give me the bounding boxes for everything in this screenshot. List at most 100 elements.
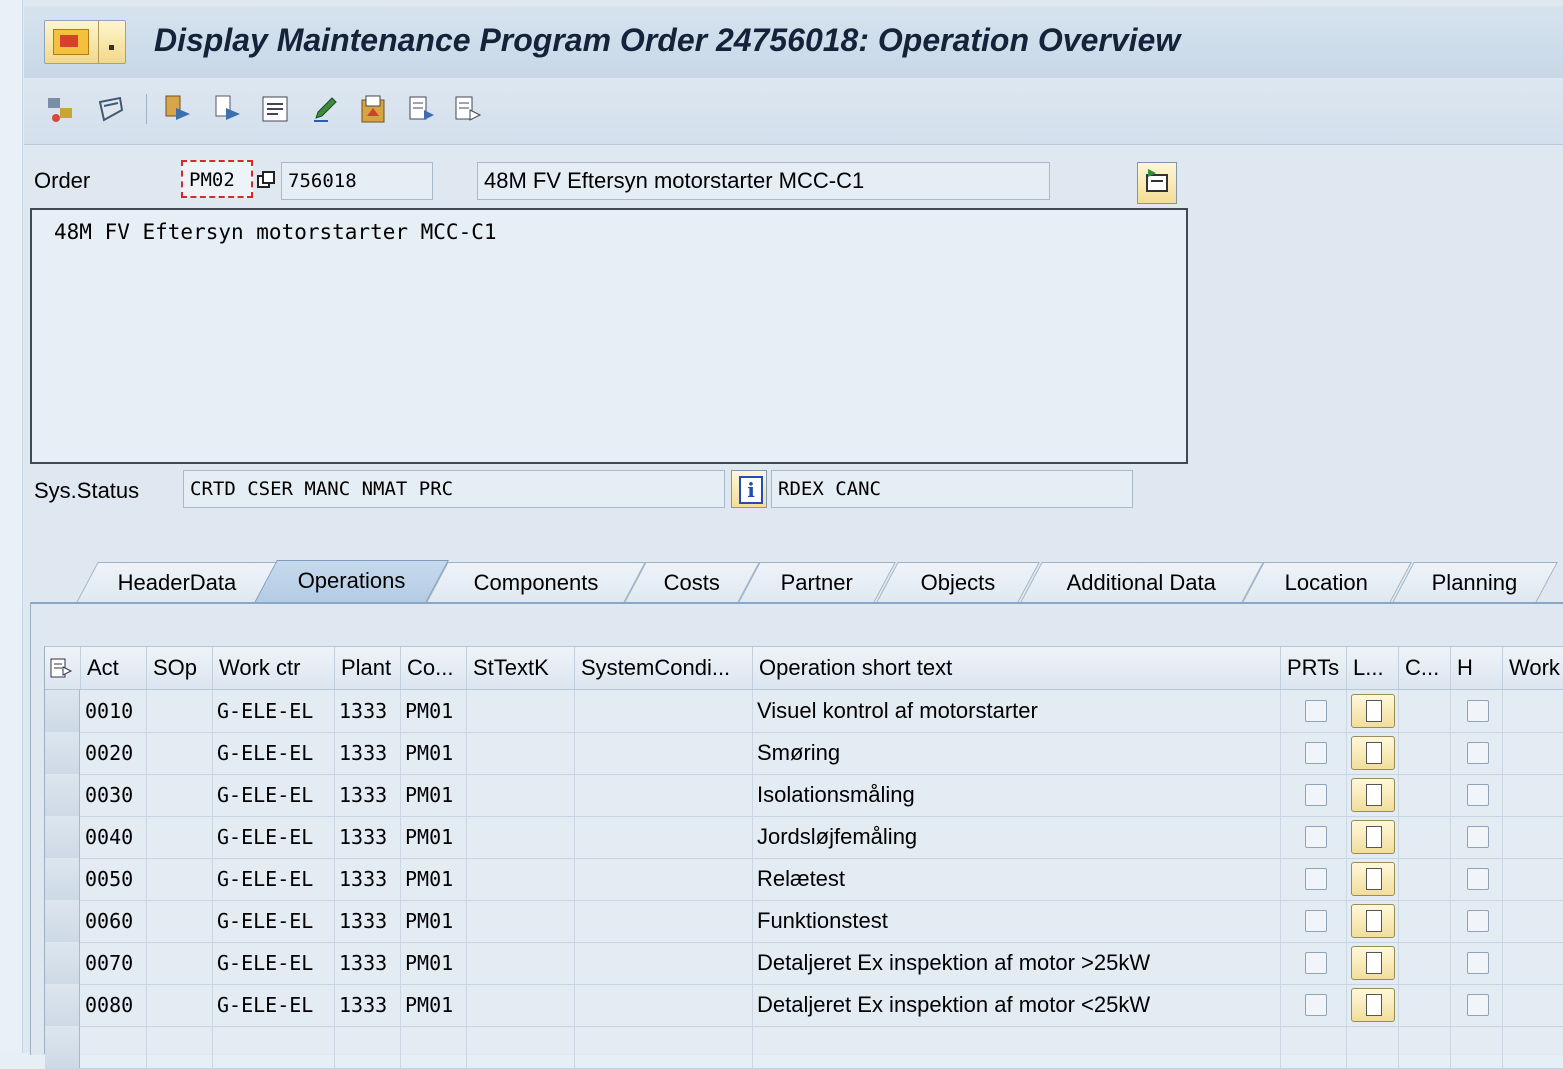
- cell-act[interactable]: 0040: [81, 816, 147, 858]
- operations-icon[interactable]: [160, 92, 194, 126]
- cell-sttextk[interactable]: [467, 816, 575, 858]
- cell-text[interactable]: Visuel kontrol af motorstarter: [753, 690, 1281, 732]
- edit-pencil-icon[interactable]: [308, 92, 342, 126]
- h-checkbox[interactable]: [1467, 700, 1489, 722]
- col-system-condition[interactable]: SystemCondi...: [575, 647, 753, 689]
- cell-co[interactable]: PM01: [401, 732, 467, 774]
- eraser-icon[interactable]: [94, 92, 128, 126]
- long-text-box[interactable]: 48M FV Eftersyn motorstarter MCC-C1: [30, 208, 1188, 464]
- cell-work-ctr[interactable]: G-ELE-EL: [213, 984, 335, 1026]
- cell-co[interactable]: [401, 1026, 467, 1068]
- column-select-button[interactable]: [45, 647, 81, 689]
- col-act[interactable]: Act: [81, 647, 147, 689]
- row-selector[interactable]: [45, 984, 80, 1026]
- cell-plant[interactable]: 1333: [335, 732, 401, 774]
- chevron-down-icon[interactable]: [98, 21, 125, 63]
- cell-sttextk[interactable]: [467, 1026, 575, 1068]
- cell-act[interactable]: 0020: [81, 732, 147, 774]
- cell-co[interactable]: PM01: [401, 690, 467, 732]
- h-checkbox[interactable]: [1467, 742, 1489, 764]
- cell-work-ctr[interactable]: G-ELE-EL: [213, 690, 335, 732]
- long-text-icon[interactable]: [1351, 862, 1395, 896]
- table-row[interactable]: 0060 G-ELE-EL 1333 PM01 Funktionstest: [45, 900, 1563, 943]
- h-checkbox[interactable]: [1467, 952, 1489, 974]
- cell-act[interactable]: 0050: [81, 858, 147, 900]
- cell-act[interactable]: 0070: [81, 942, 147, 984]
- cell-work-ctr[interactable]: [213, 1026, 335, 1068]
- row-selector[interactable]: [45, 774, 80, 816]
- table-row[interactable]: 0010 G-ELE-EL 1333 PM01 Visuel kontrol af mo…: [45, 690, 1563, 733]
- long-text-icon[interactable]: [1351, 694, 1395, 728]
- table-row[interactable]: 0020 G-ELE-EL 1333 PM01 Smøring: [45, 732, 1563, 775]
- cell-plant[interactable]: 1333: [335, 690, 401, 732]
- cell-act[interactable]: 0030: [81, 774, 147, 816]
- cell-plant[interactable]: 1333: [335, 816, 401, 858]
- row-selector[interactable]: [45, 690, 80, 732]
- cell-act[interactable]: [81, 1026, 147, 1068]
- cell-co[interactable]: PM01: [401, 774, 467, 816]
- table-row[interactable]: 0080 G-ELE-EL 1333 PM01 Detaljeret Ex inspek…: [45, 984, 1563, 1027]
- cell-sttextk[interactable]: [467, 690, 575, 732]
- long-text-icon[interactable]: [1351, 904, 1395, 938]
- h-checkbox[interactable]: [1467, 868, 1489, 890]
- cell-sttextk[interactable]: [467, 858, 575, 900]
- copy-operations-icon[interactable]: [210, 92, 244, 126]
- cell-text[interactable]: Funktionstest: [753, 900, 1281, 942]
- tab-components[interactable]: Components: [426, 562, 646, 603]
- long-text-icon[interactable]: [1351, 778, 1395, 812]
- col-work[interactable]: Work: [1503, 647, 1563, 689]
- tab-costs[interactable]: Costs: [624, 562, 760, 603]
- cell-work-ctr[interactable]: G-ELE-EL: [213, 942, 335, 984]
- cell-plant[interactable]: 1333: [335, 942, 401, 984]
- order-number-field[interactable]: 756018: [281, 162, 433, 200]
- cell-work-ctr[interactable]: G-ELE-EL: [213, 858, 335, 900]
- cell-co[interactable]: PM01: [401, 858, 467, 900]
- long-text-icon[interactable]: [1351, 820, 1395, 854]
- col-plant[interactable]: Plant: [335, 647, 401, 689]
- cell-co[interactable]: PM01: [401, 900, 467, 942]
- cell-sttextk[interactable]: [467, 942, 575, 984]
- cell-syscond[interactable]: [575, 690, 753, 732]
- cell-sttextk[interactable]: [467, 900, 575, 942]
- cell-syscond[interactable]: [575, 984, 753, 1026]
- cell-syscond[interactable]: [575, 1026, 753, 1068]
- prts-checkbox[interactable]: [1305, 952, 1327, 974]
- system-menu-button[interactable]: [44, 20, 126, 64]
- cell-syscond[interactable]: [575, 858, 753, 900]
- export2-icon[interactable]: [450, 92, 484, 126]
- cell-sop[interactable]: [147, 1026, 213, 1068]
- status-info-button[interactable]: i: [731, 470, 767, 508]
- cell-plant[interactable]: [335, 1026, 401, 1068]
- col-sop[interactable]: SOp: [147, 647, 213, 689]
- h-checkbox[interactable]: [1467, 784, 1489, 806]
- row-selector[interactable]: [45, 732, 80, 774]
- cell-plant[interactable]: 1333: [335, 858, 401, 900]
- cell-work-ctr[interactable]: G-ELE-EL: [213, 732, 335, 774]
- cell-work-ctr[interactable]: G-ELE-EL: [213, 816, 335, 858]
- cell-sttextk[interactable]: [467, 984, 575, 1026]
- table-row[interactable]: 0040 G-ELE-EL 1333 PM01 Jordsløjfemåling: [45, 816, 1563, 859]
- prts-checkbox[interactable]: [1305, 910, 1327, 932]
- col-sttextk[interactable]: StTextK: [467, 647, 575, 689]
- cell-syscond[interactable]: [575, 900, 753, 942]
- prts-checkbox[interactable]: [1305, 784, 1327, 806]
- cell-sop[interactable]: [147, 690, 213, 732]
- cell-sop[interactable]: [147, 816, 213, 858]
- cell-plant[interactable]: 1333: [335, 900, 401, 942]
- col-c[interactable]: C...: [1399, 647, 1451, 689]
- tab-planning[interactable]: Planning: [1392, 562, 1558, 603]
- table-row[interactable]: 0070 G-ELE-EL 1333 PM01 Detaljeret Ex inspek…: [45, 942, 1563, 985]
- clipboard-icon[interactable]: [356, 92, 390, 126]
- header-details-button[interactable]: [1137, 162, 1177, 204]
- col-work-ctr[interactable]: Work ctr: [213, 647, 335, 689]
- cell-text[interactable]: Smøring: [753, 732, 1281, 774]
- row-selector[interactable]: [45, 1026, 80, 1068]
- tab-partner[interactable]: Partner: [738, 562, 896, 603]
- cell-plant[interactable]: 1333: [335, 774, 401, 816]
- tab-additional-data[interactable]: Additional Data: [1020, 562, 1264, 603]
- row-selector[interactable]: [45, 900, 80, 942]
- cell-work-ctr[interactable]: G-ELE-EL: [213, 774, 335, 816]
- h-checkbox[interactable]: [1467, 910, 1489, 932]
- cell-sop[interactable]: [147, 942, 213, 984]
- export-icon[interactable]: [404, 92, 438, 126]
